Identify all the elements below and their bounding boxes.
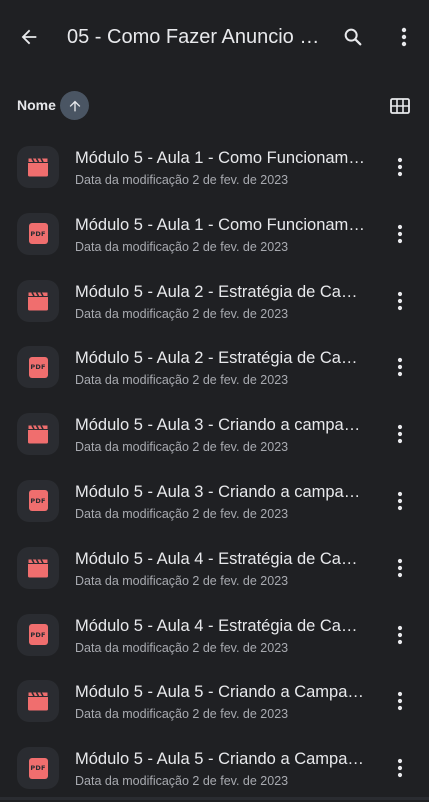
grid-view-button[interactable] <box>386 92 414 120</box>
video-clapper-icon <box>28 692 48 711</box>
top-app-bar: 05 - Como Fazer Anuncio De Lançamento <box>0 0 429 72</box>
file-more-button[interactable] <box>386 553 414 583</box>
pdf-file-icon: PDF <box>28 223 48 245</box>
file-modified-date: Data da modificação 2 de fev. de 2023 <box>75 707 289 722</box>
file-more-button[interactable] <box>386 686 414 716</box>
file-row[interactable]: PDF Módulo 5 - Aula 3 - Criando a campan… <box>0 468 429 535</box>
file-thumbnail <box>17 413 59 456</box>
file-modified-date: Data da modificação 2 de fev. de 2023 <box>75 306 289 321</box>
file-thumbnail <box>17 546 59 589</box>
video-clapper-icon <box>28 425 48 444</box>
video-clapper-icon <box>28 558 48 578</box>
file-modified-date: Data da modificação 2 de fev. de 2023 <box>75 440 289 455</box>
file-row[interactable]: PDF Módulo 5 - Aula 1 - Como Funcionamen… <box>0 201 429 268</box>
file-name: Módulo 5 - Aula 5 - Criando a Campanha <box>75 683 367 702</box>
file-more-button[interactable] <box>386 486 414 516</box>
file-thumbnail <box>17 279 59 322</box>
arrow-left-icon <box>21 29 37 45</box>
file-modified-date: Data da modificação 2 de fev. de 2023 <box>75 373 289 388</box>
more-vertical-icon <box>397 224 403 243</box>
more-vertical-icon <box>397 692 403 711</box>
pdf-file-icon: PDF <box>28 356 48 378</box>
file-name: Módulo 5 - Aula 3 - Criando a campanha <box>75 482 367 501</box>
back-button[interactable] <box>14 22 44 52</box>
file-name: Módulo 5 - Aula 1 - Como Funcionamento <box>75 215 367 234</box>
sort-bar: Nome <box>0 72 429 134</box>
more-vertical-icon <box>397 759 403 778</box>
file-name: Módulo 5 - Aula 2 - Estratégia de Campan… <box>75 349 367 368</box>
file-row[interactable]: Módulo 5 - Aula 4 - Estratégia de Campan… <box>0 535 429 602</box>
file-thumbnail: PDF <box>17 479 59 522</box>
more-vertical-icon <box>397 491 403 511</box>
file-name: Módulo 5 - Aula 3 - Criando a campanha <box>75 416 367 435</box>
file-row[interactable]: Módulo 5 - Aula 1 - Como Funcionamento D… <box>0 134 429 201</box>
file-name: Módulo 5 - Aula 4 - Estratégia de Campan… <box>75 549 367 568</box>
more-vertical-icon <box>397 625 403 644</box>
more-vertical-icon <box>397 558 403 577</box>
file-more-button[interactable] <box>386 219 414 249</box>
file-name: Módulo 5 - Aula 4 - Estratégia de Campan… <box>75 616 367 635</box>
file-modified-date: Data da modificação 2 de fev. de 2023 <box>75 506 289 521</box>
arrow-up-icon <box>69 100 80 111</box>
more-options-button[interactable] <box>390 22 418 52</box>
file-row[interactable]: PDF Módulo 5 - Aula 2 - Estratégia de Ca… <box>0 334 429 401</box>
file-thumbnail: PDF <box>17 212 59 255</box>
file-row[interactable]: Módulo 5 - Aula 5 - Criando a Campanha D… <box>0 668 429 735</box>
file-thumbnail <box>17 680 59 723</box>
pdf-file-icon: PDF <box>28 624 48 646</box>
file-row[interactable]: PDF Módulo 5 - Aula 5 - Criando a Campan… <box>0 735 429 802</box>
file-more-button[interactable] <box>386 152 414 182</box>
more-vertical-icon <box>397 157 403 177</box>
more-vertical-icon <box>397 425 403 444</box>
file-thumbnail: PDF <box>17 346 59 389</box>
file-more-button[interactable] <box>386 286 414 316</box>
file-more-button[interactable] <box>386 419 414 449</box>
file-row[interactable]: PDF Módulo 5 - Aula 4 - Estratégia de Ca… <box>0 602 429 669</box>
pdf-file-icon: PDF <box>28 490 48 512</box>
video-clapper-icon <box>28 291 48 311</box>
video-clapper-icon <box>28 158 48 177</box>
file-modified-date: Data da modificação 2 de fev. de 2023 <box>75 573 289 588</box>
file-more-button[interactable] <box>386 620 414 650</box>
file-more-button[interactable] <box>386 352 414 382</box>
pdf-file-icon: PDF <box>28 757 48 779</box>
file-thumbnail: PDF <box>17 747 59 790</box>
grid-view-icon <box>390 98 410 114</box>
more-vertical-icon <box>401 27 407 47</box>
file-name: Módulo 5 - Aula 1 - Como Funcionamento <box>75 149 367 167</box>
file-modified-date: Data da modificação 2 de fev. de 2023 <box>75 173 289 187</box>
file-thumbnail: PDF <box>17 613 59 656</box>
file-modified-date: Data da modificação 2 de fev. de 2023 <box>75 239 289 254</box>
more-vertical-icon <box>397 358 403 377</box>
more-vertical-icon <box>397 291 403 310</box>
search-button[interactable] <box>338 22 368 52</box>
folder-title: 05 - Como Fazer Anuncio De Lançamento <box>67 26 325 48</box>
file-modified-date: Data da modificação 2 de fev. de 2023 <box>75 640 289 655</box>
sort-label[interactable]: Nome <box>17 96 56 114</box>
file-list: Módulo 5 - Aula 1 - Como Funcionamento D… <box>0 134 429 802</box>
file-name: Módulo 5 - Aula 2 - Estratégia de Campan… <box>75 282 367 301</box>
search-icon <box>344 28 362 46</box>
sort-direction-button[interactable] <box>60 91 89 120</box>
file-modified-date: Data da modificação 2 de fev. de 2023 <box>75 774 289 789</box>
file-row[interactable]: Módulo 5 - Aula 3 - Criando a campanha D… <box>0 401 429 468</box>
file-row[interactable]: Módulo 5 - Aula 2 - Estratégia de Campan… <box>0 268 429 335</box>
file-thumbnail <box>17 146 59 188</box>
file-name: Módulo 5 - Aula 5 - Criando a Campanha <box>75 750 367 769</box>
file-more-button[interactable] <box>386 753 414 783</box>
